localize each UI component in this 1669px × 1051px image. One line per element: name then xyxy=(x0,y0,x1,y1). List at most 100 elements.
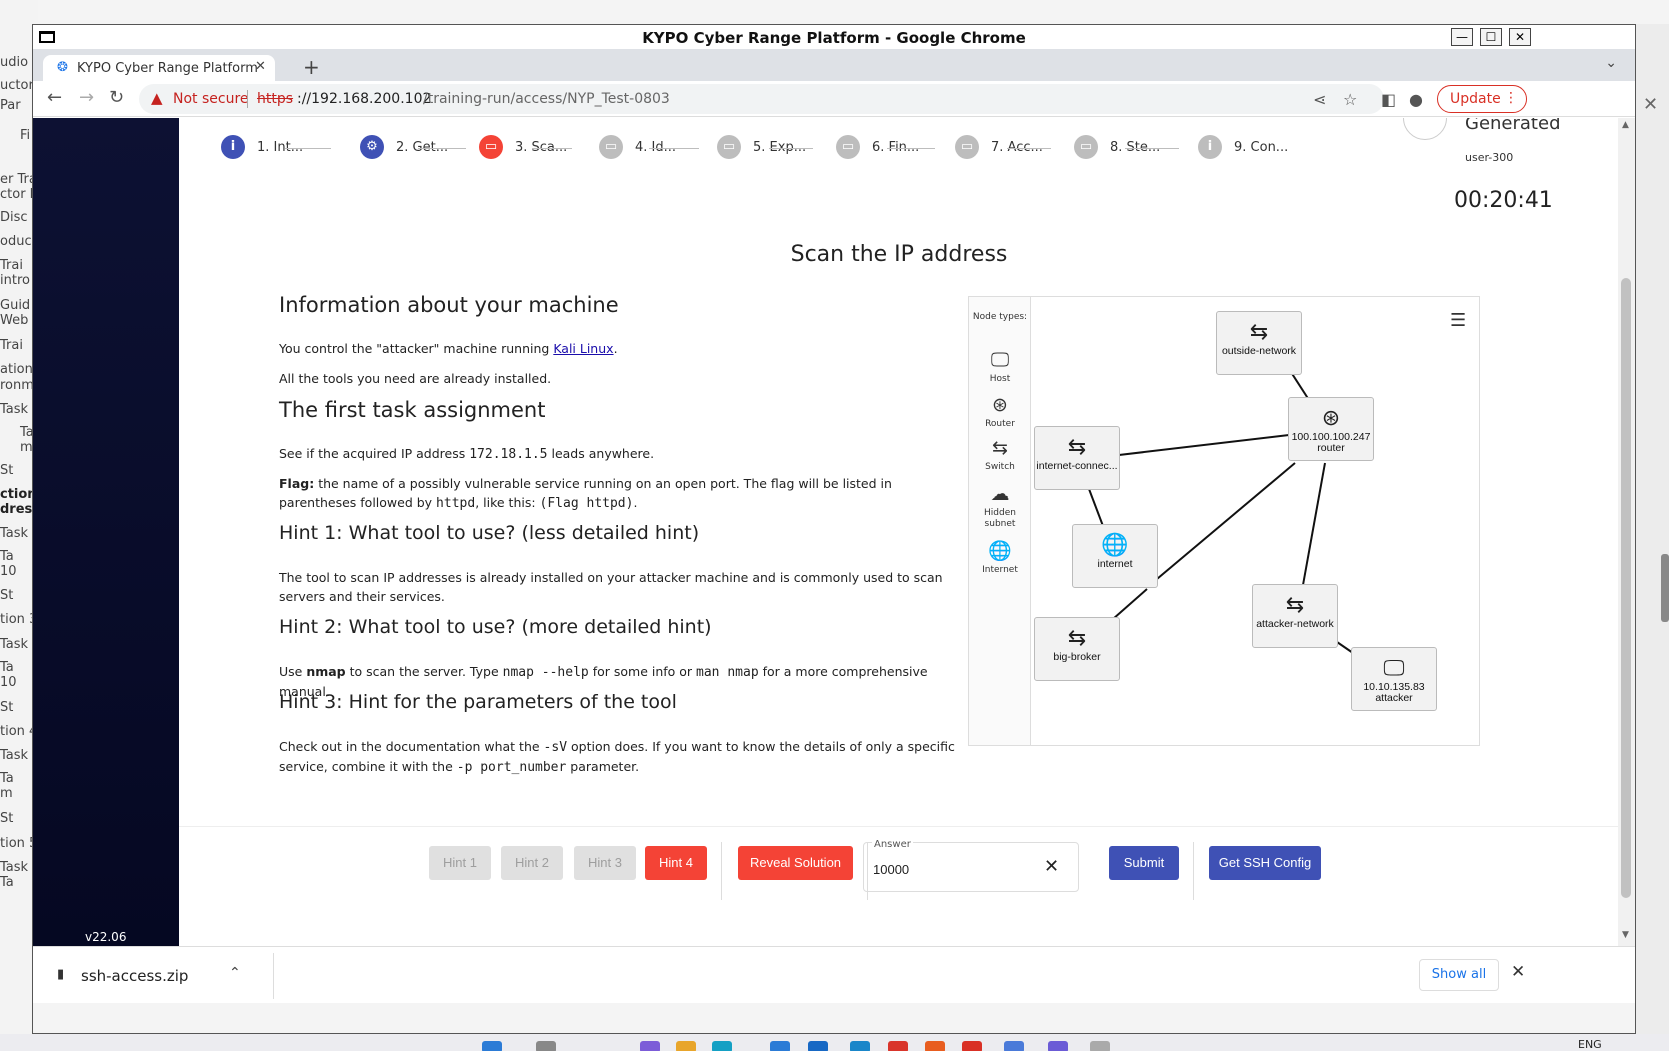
reload-icon[interactable]: ↻ xyxy=(109,87,124,108)
bookmark-star-icon[interactable]: ☆ xyxy=(1343,90,1357,109)
monitor-icon: 🖵 xyxy=(1383,655,1405,680)
gamepad-icon: ▭ xyxy=(1074,135,1098,159)
code-span: (Flag httpd) xyxy=(539,496,634,511)
taskbar-app-icon[interactable] xyxy=(1004,1041,1024,1051)
taskbar-app-icon[interactable] xyxy=(712,1041,732,1051)
taskbar-app-icon[interactable] xyxy=(925,1041,945,1051)
background-right-strip: ✕ xyxy=(1633,24,1669,1034)
window-title: KYPO Cyber Range Platform - Google Chrom… xyxy=(642,29,1026,47)
topology-menu-icon[interactable]: ☰ xyxy=(1450,310,1466,331)
taskbar-app-icon[interactable] xyxy=(808,1041,828,1051)
node-internet-connect[interactable]: ⇆ internet-connec... xyxy=(1034,426,1120,490)
profile-avatar-icon[interactable]: ● xyxy=(1409,90,1423,109)
node-label: internet-connec... xyxy=(1036,461,1118,472)
training-run-content: i 1. Int... ⚙ 2. Get... ▭ 3. Sca... ▭ 4. Id... ▭… xyxy=(179,118,1619,946)
side-panel-icon[interactable]: ◧ xyxy=(1381,90,1396,109)
close-downloads-icon[interactable]: ✕ xyxy=(1511,962,1525,982)
security-status[interactable]: Not secure xyxy=(173,91,249,107)
step-connector xyxy=(887,148,935,149)
elapsed-timer: 00:20:41 xyxy=(1454,188,1553,213)
reveal-solution-button[interactable]: Reveal Solution xyxy=(738,846,853,880)
gamepad-icon: ▭ xyxy=(479,135,503,159)
link-inetconn-router xyxy=(1118,434,1290,456)
switch-icon: ⇆ xyxy=(1067,434,1087,459)
step-label: 9. Con... xyxy=(1234,140,1289,155)
taskbar-app-icon[interactable] xyxy=(676,1041,696,1051)
node-internet[interactable]: 🌐 internet xyxy=(1072,524,1158,588)
tab-search-icon[interactable]: ⌄ xyxy=(1605,55,1617,71)
get-ssh-config-button[interactable]: Get SSH Config xyxy=(1209,846,1321,880)
address-bar[interactable]: ▲ Not secure https ://192.168.200.102 /t… xyxy=(139,84,1384,114)
divider xyxy=(1193,842,1194,900)
hint3-button[interactable]: Hint 3 xyxy=(574,846,636,880)
taskbar-app-icon[interactable] xyxy=(1048,1041,1068,1051)
taskbar-app-icon[interactable] xyxy=(770,1041,790,1051)
background-text-fragment: Disc xyxy=(0,210,28,225)
taskbar-app-icon[interactable] xyxy=(536,1041,556,1051)
scroll-down-icon[interactable]: ▼ xyxy=(1622,930,1629,940)
taskbar-app-icon[interactable] xyxy=(640,1041,660,1051)
background-text-fragment: ation xyxy=(0,362,33,377)
minimize-button[interactable]: — xyxy=(1451,28,1473,46)
heading-machine-info: Information about your machine xyxy=(279,293,619,317)
text-span: leads anywhere. xyxy=(547,446,655,461)
answer-field[interactable]: Answer ✕ xyxy=(863,839,1079,892)
chevron-up-icon[interactable]: ⌃ xyxy=(229,965,241,981)
background-text-fragment: St xyxy=(0,463,14,478)
hint4-button[interactable]: Hint 4 xyxy=(645,846,707,880)
page-scrollbar[interactable]: ▲ ▼ xyxy=(1618,118,1635,946)
back-icon[interactable]: ← xyxy=(47,87,62,108)
close-window-button[interactable]: ✕ xyxy=(1509,28,1531,46)
kali-linux-link[interactable]: Kali Linux xyxy=(553,341,613,356)
node-label: 100.100.100.247 xyxy=(1291,432,1371,443)
browser-toolbar: ← → ↻ ▲ Not secure https ://192.168.200.… xyxy=(33,81,1635,117)
forward-icon[interactable]: → xyxy=(79,87,94,108)
browser-tab[interactable]: ❂ KYPO Cyber Range Platform ✕ xyxy=(43,55,275,81)
node-attacker[interactable]: 🖵 10.10.135.83 attacker xyxy=(1351,647,1437,711)
node-big-broker[interactable]: ⇆ big-broker xyxy=(1034,617,1120,681)
scroll-up-icon[interactable]: ▲ xyxy=(1622,120,1629,130)
kypo-favicon-icon: ❂ xyxy=(57,60,68,75)
show-all-button[interactable]: Show all xyxy=(1419,959,1499,991)
gamepad-icon: ▭ xyxy=(836,135,860,159)
background-text-fragment: Task xyxy=(0,637,29,652)
tab-close-icon[interactable]: ✕ xyxy=(255,59,266,74)
background-text-fragment: Fi xyxy=(20,128,31,143)
node-label: outside-network xyxy=(1221,346,1297,357)
node-outside-network[interactable]: ⇆ outside-network xyxy=(1216,311,1302,375)
download-item[interactable]: ▮ ssh-access.zip ⌃ xyxy=(53,963,253,989)
title-bar: KYPO Cyber Range Platform - Google Chrom… xyxy=(33,25,1635,49)
scroll-thumb[interactable] xyxy=(1621,278,1631,898)
code-span: man nmap xyxy=(696,665,759,680)
taskbar-app-icon[interactable] xyxy=(962,1041,982,1051)
share-icon[interactable]: ⋖ xyxy=(1313,90,1326,109)
answer-input[interactable] xyxy=(873,862,1033,877)
tab-strip: ❂ KYPO Cyber Range Platform ✕ + ⌄ xyxy=(33,49,1635,81)
paragraph-tools: All the tools you need are already insta… xyxy=(279,371,552,386)
maximize-button[interactable]: ☐ xyxy=(1480,28,1502,46)
submit-button[interactable]: Submit xyxy=(1109,846,1179,880)
page-viewport: v22.06 i 1. Int... ⚙ 2. Get... ▭ 3. Sca... ▭ 4.… xyxy=(33,118,1635,946)
user-name: user-300 xyxy=(1465,151,1514,164)
taskbar-app-icon[interactable] xyxy=(888,1041,908,1051)
update-button[interactable]: Update ⋮ xyxy=(1437,85,1527,113)
step-connector xyxy=(532,148,572,149)
taskbar-app-icon[interactable] xyxy=(482,1041,502,1051)
hint1-button[interactable]: Hint 1 xyxy=(429,846,491,880)
gamepad-icon: ▭ xyxy=(717,135,741,159)
new-tab-button[interactable]: + xyxy=(303,55,320,79)
text-span: Check out in the documentation what the xyxy=(279,739,544,754)
language-indicator[interactable]: ENG xyxy=(1578,1038,1602,1051)
action-bar: Hint 1 Hint 2 Hint 3 Hint 4 Reveal Solut… xyxy=(179,826,1619,946)
paragraph-hint1: The tool to scan IP addresses is already… xyxy=(279,570,943,604)
background-text-fragment: Ta xyxy=(0,771,14,786)
hint2-button[interactable]: Hint 2 xyxy=(501,846,563,880)
node-router[interactable]: ⊛ 100.100.100.247 router xyxy=(1288,397,1374,461)
gear-icon: ⚙ xyxy=(360,135,384,159)
heading-task: The first task assignment xyxy=(279,398,546,422)
node-attacker-network[interactable]: ⇆ attacker-network xyxy=(1252,584,1338,648)
clear-answer-icon[interactable]: ✕ xyxy=(1044,856,1059,877)
taskbar-app-icon[interactable] xyxy=(1090,1041,1110,1051)
switch-icon: ⇆ xyxy=(1067,625,1087,650)
taskbar-app-icon[interactable] xyxy=(850,1041,870,1051)
